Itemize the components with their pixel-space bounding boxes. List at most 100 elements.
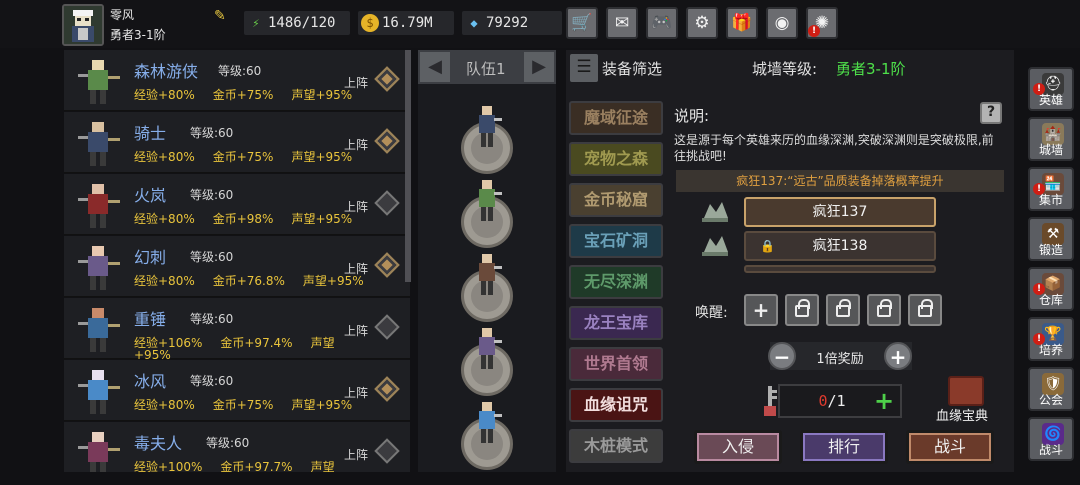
hero-name: 重锤 [134,310,167,329]
hero-name: 森林游侠 [134,62,199,81]
mode-button[interactable]: 龙王宝库 [569,306,663,340]
mode-button[interactable]: 无尽深渊 [569,265,663,299]
alert-badge-icon: ! [1033,333,1045,345]
hero-row[interactable]: 幻刺 等级:60 上阵 经验+80% 金币+76.8% 声望+95% [64,236,410,297]
deploy-toggle-icon[interactable] [374,128,400,154]
hero-level: 等级:60 [218,64,262,78]
sidebar-label: 锻造 [1038,243,1063,257]
color-wheel-icon[interactable]: ◉ [766,7,798,39]
lock-icon [918,299,933,317]
deploy-toggle-icon[interactable] [374,190,400,216]
mode-button[interactable]: 血缘诅咒 [569,388,663,422]
gamepad-icon[interactable]: 🎮 [646,7,678,39]
team-hero-figure [472,400,502,450]
mode-button[interactable]: 宠物之森 [569,142,663,176]
deploy-toggle-icon[interactable] [374,66,400,92]
hero-row[interactable]: 森林游侠 等级:60 上阵 经验+80% 金币+75% 声望+95% [64,50,410,111]
ranking-button[interactable]: 排行 [800,430,888,464]
hero-stat: 声望+95% [302,274,364,288]
sidebar-warehouse-button[interactable]: 📦 仓库! [1028,267,1074,311]
hero-stat: 声望+95% [291,88,353,102]
player-avatar[interactable] [62,4,104,46]
hero-level: 等级:60 [190,188,234,202]
hero-row[interactable]: 骑士 等级:60 上阵 经验+80% 金币+75% 声望+95% [64,112,410,173]
awaken-locked-slot[interactable] [908,294,942,326]
bloodline-level-item[interactable]: 🔒 疯狂138 [744,231,936,261]
deploy-toggle-icon[interactable] [374,376,400,402]
team-hero-figure [472,252,502,302]
hero-level: 等级:60 [190,126,234,140]
deploy-toggle-icon[interactable] [374,438,400,464]
bloodline-level-item-partial[interactable] [744,265,936,273]
team-hero-figure [472,326,502,376]
settings-gear-icon[interactable]: ⚙ [686,7,718,39]
mode-button[interactable]: 魔域征途 [569,101,663,135]
mode-button[interactable]: 木桩模式 [569,429,663,463]
team-hero-figure [472,178,502,228]
hero-stat: 声望+95% [291,150,353,164]
next-team-arrow-icon[interactable]: ▶ [524,52,554,82]
bloodline-level-item[interactable]: 疯狂137 [744,197,936,227]
hero-level: 等级:60 [206,436,250,450]
hero-portrait [72,242,124,292]
sidebar-label: 战斗 [1038,443,1063,457]
sidebar-wall-button[interactable]: 🏰 城墙 [1028,117,1074,161]
bloodline-codex-label[interactable]: 血缘宝典 [936,405,988,424]
team-header: ◀ 队伍1 ▶ [418,50,556,84]
add-ticket-plus-icon[interactable]: + [874,387,894,415]
hero-name: 火岚 [134,186,167,205]
mode-button[interactable]: 宝石矿洞 [569,224,663,258]
lock-icon: 🔒 [760,239,775,253]
gem-value: 79292 [486,15,529,31]
hero-row[interactable]: 毒夫人 等级:60 上阵 经验+100% 金币+97.7% 声望 [64,422,410,472]
awaken-add-slot[interactable]: + [744,294,778,326]
shop-cart-icon[interactable]: 🛒 [566,7,598,39]
wall-level-label: 城墙等级: [752,60,818,78]
hero-stat: 声望+95% [291,212,353,226]
prev-team-arrow-icon[interactable]: ◀ [420,52,450,82]
hero-list[interactable]: 森林游侠 等级:60 上阵 经验+80% 金币+75% 声望+95% 骑士 等级:60 上阵 经验… [64,50,410,472]
wall-level-value: 勇者3-1阶 [836,60,906,78]
invade-button[interactable]: 入侵 [694,430,782,464]
drop-bonus-bar: 疯狂137:“远古”品质装备掉落概率提升 [676,170,1004,192]
awaken-locked-slot[interactable] [785,294,819,326]
awaken-locked-slot[interactable] [826,294,860,326]
hero-portrait [72,428,124,472]
battle-button[interactable]: 战斗 [906,430,994,464]
hero-stat: 经验+80% [134,398,195,412]
sidebar-market-button[interactable]: 🏪 集市! [1028,167,1074,211]
mode-button[interactable]: 金币秘窟 [569,183,663,217]
hero-stats: 经验+80% 金币+98% 声望+95% [134,210,370,227]
bloodline-crystal-icon [700,234,730,258]
sidebar-train-button[interactable]: 🏆 培养! [1028,317,1074,361]
sidebar-guild-button[interactable]: 🛡 公会 [1028,367,1074,411]
hero-stat: 金币+97.7% [220,460,293,472]
energy-counter: ⚡ 1486/120 [244,11,350,35]
hero-row[interactable]: 冰风 等级:60 上阵 经验+80% 金币+75% 声望+95% [64,360,410,421]
hero-row[interactable]: 火岚 等级:60 上阵 经验+80% 金币+98% 声望+95% [64,174,410,235]
help-question-icon[interactable]: ? [980,102,1002,124]
gem-counter: ◆ 79292 [462,11,562,35]
mail-icon[interactable]: ✉ [606,7,638,39]
sidebar-hero-button[interactable]: ⛑ 英雄! [1028,67,1074,111]
filter-menu-icon[interactable]: ☰ [570,54,598,82]
hero-name: 骑士 [134,124,167,143]
mode-button[interactable]: 世界首领 [569,347,663,381]
energy-value: 1486/120 [268,15,336,31]
awaken-locked-slot[interactable] [867,294,901,326]
filter-label[interactable]: 装备筛选 [602,58,662,79]
gift-icon[interactable]: 🎁 [726,7,758,39]
description-title: 说明: [674,107,710,125]
bloodline-codex-book-icon[interactable] [948,376,984,406]
deploy-toggle-icon[interactable] [374,314,400,340]
reward-plus-button[interactable]: + [884,342,912,370]
hero-list-scrollbar[interactable] [405,50,411,282]
sidebar-forge-button[interactable]: ⚒ 锻造 [1028,217,1074,261]
alert-badge-icon: ! [808,25,820,37]
hero-stat: 经验+80% [134,88,195,102]
hero-stat: 金币+75% [212,398,274,412]
hero-row[interactable]: 重锤 等级:60 上阵 经验+106% 金币+97.4% 声望 +95% [64,298,410,362]
edit-name-icon[interactable]: ✎ [214,8,230,24]
reward-minus-button[interactable]: − [768,342,796,370]
sidebar-battle-button[interactable]: 🌀 战斗 [1028,417,1074,461]
